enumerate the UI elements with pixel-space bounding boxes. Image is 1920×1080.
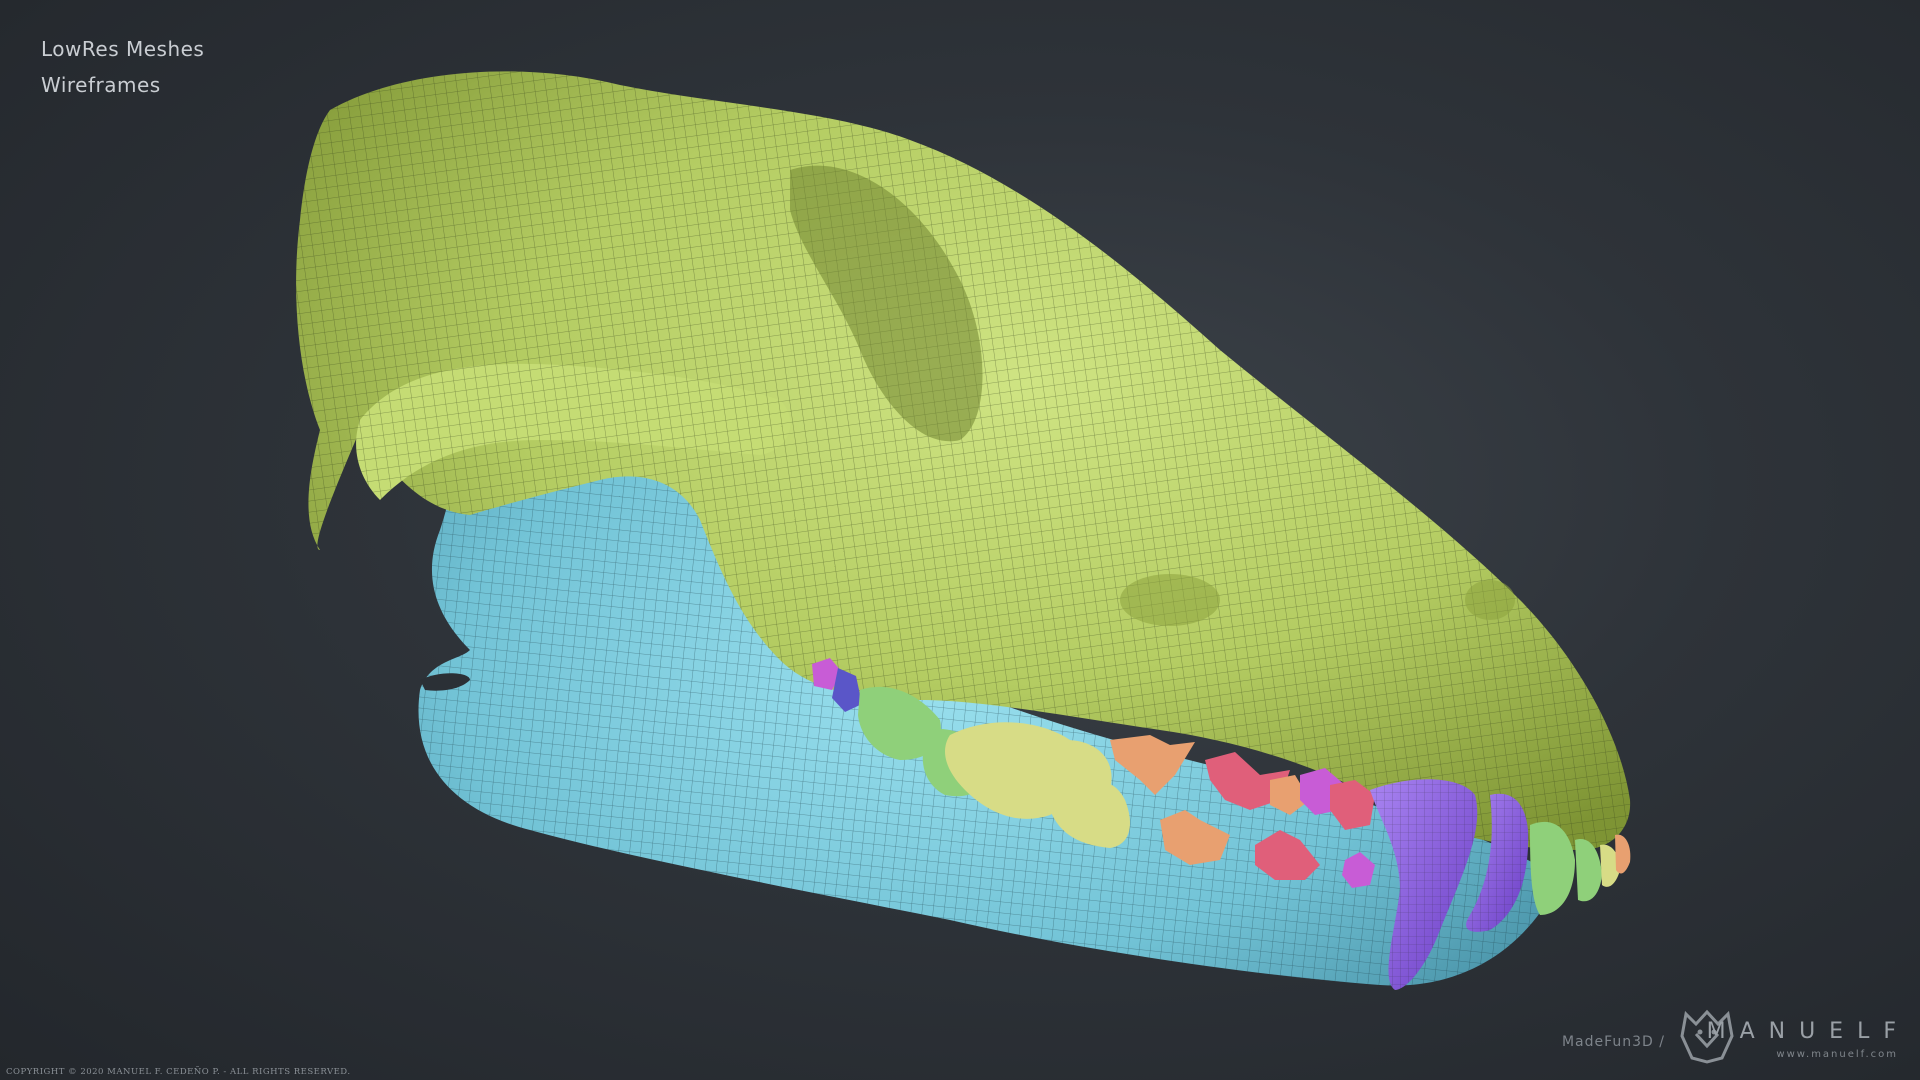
overlay-subtitle-wireframes: Wireframes: [41, 73, 161, 97]
brand-prefix: MadeFun3D /: [1561, 1034, 1665, 1050]
skull-render: [296, 71, 1631, 990]
copyright-notice: COPYRIGHT © 2020 MANUEL F. CEDEÑO P. - A…: [6, 1067, 351, 1077]
incisor: [1575, 839, 1602, 902]
overlay-title-lowres-meshes: LowRes Meshes: [41, 37, 205, 61]
brand-name: MANUELF: [1706, 1019, 1910, 1044]
brand-watermark: MadeFun3D / MANUELF www.manuelf.com: [1550, 1006, 1910, 1066]
incisor: [1615, 834, 1631, 874]
brand-url: www.manuelf.com: [1776, 1049, 1898, 1060]
